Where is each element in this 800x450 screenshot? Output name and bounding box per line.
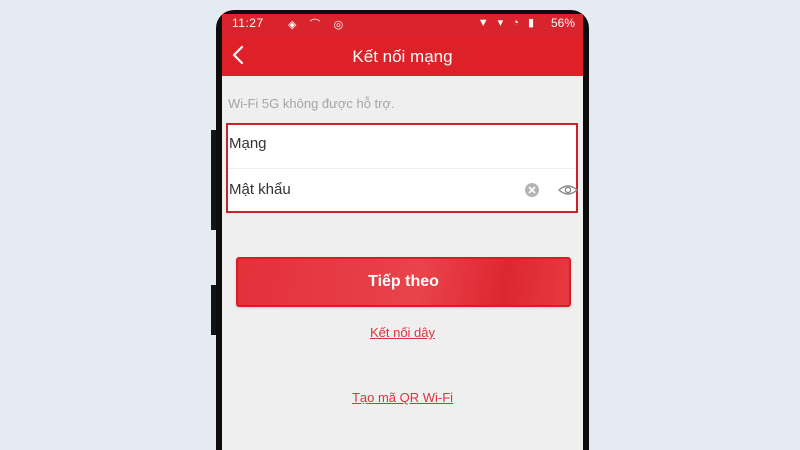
wifi-credentials-form: Mạng Mật khẩu xyxy=(226,123,579,213)
notification-icons: ◈ ⌒ ◎ xyxy=(288,19,349,31)
network-field[interactable]: Mạng xyxy=(228,125,576,167)
status-bar: 11:27 ◈ ⌒ ◎ ▼ ▾ ◔ ▮ 56% xyxy=(222,14,583,36)
eye-icon[interactable] xyxy=(557,182,579,198)
status-time: 11:27 xyxy=(232,16,264,30)
password-label: Mật khẩu xyxy=(229,181,291,198)
wifi-5g-notice: Wi-Fi 5G không được hỗ trợ. xyxy=(228,96,395,111)
battery-level: 56% xyxy=(550,16,575,30)
create-wifi-qr-link[interactable]: Tạo mã QR Wi-Fi xyxy=(222,390,583,405)
network-label: Mạng xyxy=(229,135,267,152)
phone-screen: 11:27 ◈ ⌒ ◎ ▼ ▾ ◔ ▮ 56% Kết nối mạng Wi-… xyxy=(222,14,583,450)
password-field[interactable]: Mật khẩu xyxy=(228,169,579,211)
page-title: Kết nối mạng xyxy=(352,47,453,66)
next-button[interactable]: Tiếp theo xyxy=(236,257,571,307)
clear-icon[interactable] xyxy=(524,182,540,198)
signal-icons: ▼ ▾ ◔ ▮ xyxy=(477,17,537,29)
app-bar: Kết nối mạng xyxy=(222,36,583,76)
wired-connection-link[interactable]: Kết nối dây xyxy=(222,325,583,340)
